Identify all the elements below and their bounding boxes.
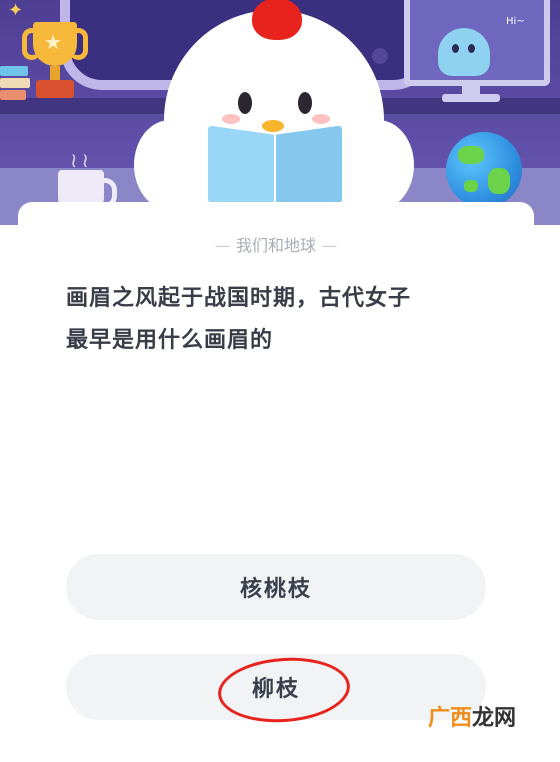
books-icon	[0, 66, 30, 100]
answer-option-1-label: 核桃枝	[239, 577, 312, 602]
monitor-greeting: Hi~	[506, 16, 525, 27]
steam-icon: ≀≀	[70, 148, 93, 172]
comb	[252, 0, 302, 40]
book-icon	[208, 125, 342, 213]
category-label: — 我们和地球 —	[214, 236, 338, 255]
star-icon: ★	[44, 30, 62, 54]
header-illustration: ✦ ★ Hi~ ≀≀	[0, 0, 560, 225]
answer-option-1[interactable]: 核桃枝	[66, 554, 486, 620]
alien-icon	[438, 28, 490, 76]
chicken-mascot	[134, 0, 414, 225]
question-text: 画眉之风起于战国时期，古代女子 最早是用什么画眉的	[66, 278, 496, 362]
globe-icon	[446, 132, 522, 208]
question-line-2: 最早是用什么画眉的	[66, 328, 274, 353]
watermark: 广西龙网	[428, 706, 517, 731]
sparkle-icon: ✦	[8, 0, 24, 21]
question-line-1: 画眉之风起于战国时期，古代女子	[66, 286, 412, 311]
trophy-icon: ★	[22, 22, 88, 100]
